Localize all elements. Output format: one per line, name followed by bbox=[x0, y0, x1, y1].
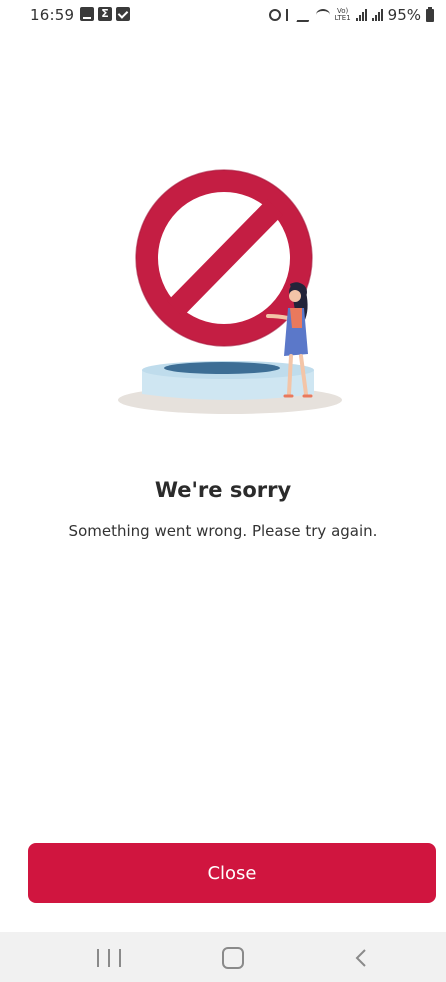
gallery-icon bbox=[80, 7, 94, 21]
status-time: 16:59 bbox=[30, 6, 75, 24]
battery-icon bbox=[426, 6, 434, 22]
error-screen: 16:59 Σ Vo) LTE1 95% We're sorry Somethi… bbox=[0, 0, 446, 982]
pedestal-shadow bbox=[164, 362, 280, 374]
prohibition-sign-icon bbox=[135, 169, 313, 347]
signal-icon bbox=[371, 9, 383, 21]
alarm-icon bbox=[268, 9, 281, 21]
status-notification-icons: Σ bbox=[80, 7, 130, 21]
status-bar: 16:59 Σ Vo) LTE1 95% bbox=[0, 0, 446, 32]
home-icon[interactable] bbox=[222, 947, 244, 969]
mute-icon bbox=[296, 8, 314, 22]
signal-icon bbox=[355, 9, 367, 21]
error-title: We're sorry bbox=[154, 478, 292, 502]
close-button[interactable]: Close bbox=[28, 843, 436, 903]
back-icon[interactable] bbox=[352, 948, 370, 968]
status-system-icons: Vo) LTE1 95% bbox=[268, 6, 434, 24]
wifi-icon bbox=[315, 9, 330, 21]
check-icon bbox=[116, 7, 130, 21]
recents-icon[interactable] bbox=[97, 949, 121, 967]
navigation-bar bbox=[0, 932, 446, 982]
sigma-icon: Σ bbox=[98, 7, 112, 21]
error-message: Something went wrong. Please try again. bbox=[68, 522, 378, 540]
battery-percentage: 95% bbox=[387, 6, 421, 24]
error-illustration bbox=[118, 169, 342, 414]
volte-icon: Vo) LTE1 bbox=[335, 8, 351, 22]
bluetooth-icon bbox=[285, 9, 294, 21]
volte-label-bottom: LTE1 bbox=[334, 14, 351, 22]
